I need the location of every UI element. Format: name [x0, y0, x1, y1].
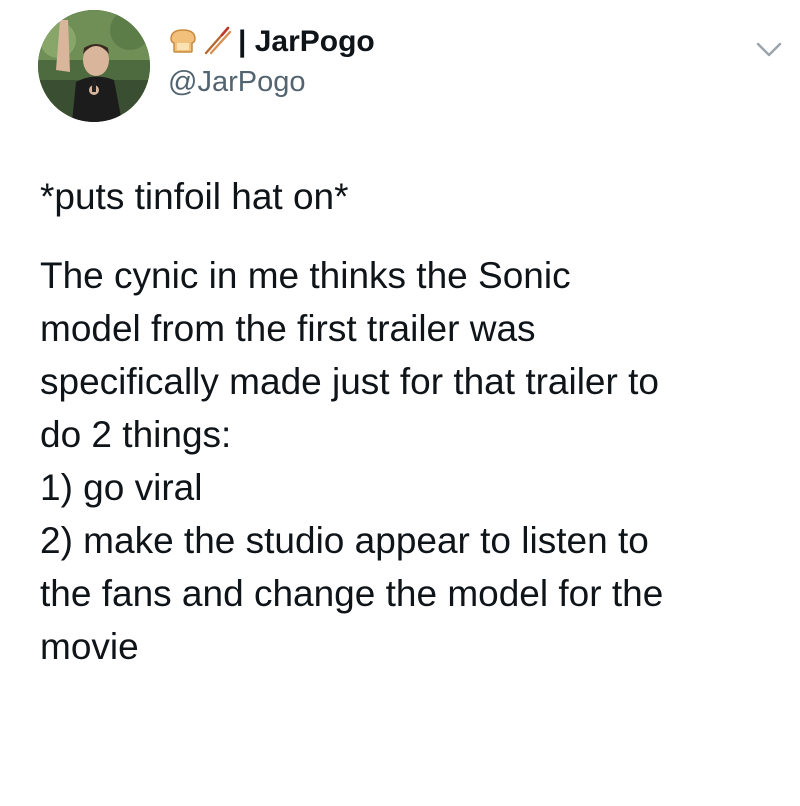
tweet-line: The cynic in me thinks the Sonic — [40, 255, 571, 296]
tweet-card: | JarPogo @JarPogo *puts tinfoil hat on*… — [0, 0, 800, 806]
tweet-intro: *puts tinfoil hat on* — [40, 176, 349, 217]
tweet-line: 1) go viral — [40, 467, 203, 508]
display-name[interactable]: | JarPogo — [238, 25, 375, 59]
tweet-header: | JarPogo @JarPogo — [38, 10, 798, 122]
user-handle[interactable]: @JarPogo — [168, 66, 375, 99]
tweet-line: do 2 things: — [40, 414, 232, 455]
author-names: | JarPogo @JarPogo — [168, 24, 375, 99]
chevron-down-icon[interactable] — [752, 32, 786, 66]
tweet-line: specifically made just for that trailer … — [40, 361, 659, 402]
tweet-line: the fans and change the model for the — [40, 573, 664, 614]
chopsticks-icon — [202, 25, 232, 60]
tweet-line: movie — [40, 626, 139, 667]
avatar[interactable] — [38, 10, 150, 122]
tweet-text: *puts tinfoil hat on* The cynic in me th… — [40, 170, 780, 673]
tweet-line: model from the first trailer was — [40, 308, 536, 349]
tweet-line: 2) make the studio appear to listen to — [40, 520, 649, 561]
display-name-line[interactable]: | JarPogo — [168, 24, 375, 60]
bread-icon — [168, 25, 198, 60]
